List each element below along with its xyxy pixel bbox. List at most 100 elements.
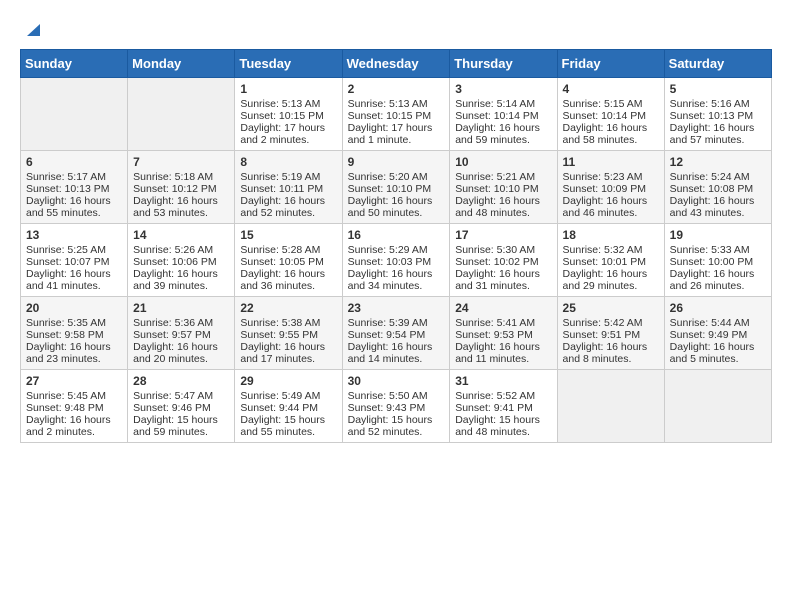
calendar-cell: 13Sunrise: 5:25 AMSunset: 10:07 PMDaylig… [21, 223, 128, 296]
sunrise-text: Sunrise: 5:15 AM [563, 98, 659, 110]
day-number: 1 [240, 82, 336, 96]
daylight-text: Daylight: 16 hours and 55 minutes. [26, 195, 122, 219]
sunset-text: Sunset: 9:46 PM [133, 402, 229, 414]
daylight-text: Daylight: 16 hours and 31 minutes. [455, 268, 551, 292]
calendar-cell: 23Sunrise: 5:39 AMSunset: 9:54 PMDayligh… [342, 296, 450, 369]
daylight-text: Daylight: 15 hours and 59 minutes. [133, 414, 229, 438]
day-number: 4 [563, 82, 659, 96]
day-number: 19 [670, 228, 766, 242]
logo [20, 20, 40, 39]
calendar-cell [128, 77, 235, 150]
calendar-cell: 16Sunrise: 5:29 AMSunset: 10:03 PMDaylig… [342, 223, 450, 296]
sunset-text: Sunset: 10:02 PM [455, 256, 551, 268]
sunrise-text: Sunrise: 5:30 AM [455, 244, 551, 256]
day-number: 29 [240, 374, 336, 388]
sunset-text: Sunset: 10:03 PM [348, 256, 445, 268]
calendar-cell: 27 Sunrise: 5:45 AMSunset: 9:48 PMDayligh… [21, 369, 128, 442]
sunset-text: Sunset: 10:05 PM [240, 256, 336, 268]
sunset-text: Sunset: 9:55 PM [240, 329, 336, 341]
calendar-cell: 4Sunrise: 5:15 AMSunset: 10:14 PMDayligh… [557, 77, 664, 150]
sunset-text: Sunset: 9:58 PM [26, 329, 122, 341]
calendar-cell: 8Sunrise: 5:19 AMSunset: 10:11 PMDayligh… [235, 150, 342, 223]
daylight-text: Daylight: 16 hours and 14 minutes. [348, 341, 445, 365]
calendar-cell: 20Sunrise: 5:35 AMSunset: 9:58 PMDayligh… [21, 296, 128, 369]
daylight-text: Daylight: 15 hours and 55 minutes. [240, 414, 336, 438]
day-number: 21 [133, 301, 229, 315]
day-number: 16 [348, 228, 445, 242]
calendar-cell: 6Sunrise: 5:17 AMSunset: 10:13 PMDayligh… [21, 150, 128, 223]
calendar-cell: 30Sunrise: 5:50 AMSunset: 9:43 PMDayligh… [342, 369, 450, 442]
day-number: 27 [26, 374, 122, 388]
sunset-text: Sunset: 9:54 PM [348, 329, 445, 341]
sunrise-text: Sunrise: 5:26 AM [133, 244, 229, 256]
daylight-text: Daylight: 16 hours and 20 minutes. [133, 341, 229, 365]
sunset-text: Sunset: 9:53 PM [455, 329, 551, 341]
sunset-text: Sunset: 9:48 PM [26, 402, 122, 414]
calendar-cell: 24Sunrise: 5:41 AMSunset: 9:53 PMDayligh… [450, 296, 557, 369]
calendar-cell: 19Sunrise: 5:33 AMSunset: 10:00 PMDaylig… [664, 223, 771, 296]
calendar-cell: 21Sunrise: 5:36 AMSunset: 9:57 PMDayligh… [128, 296, 235, 369]
weekday-header-friday: Friday [557, 49, 664, 77]
weekday-header-tuesday: Tuesday [235, 49, 342, 77]
daylight-text: Daylight: 16 hours and 11 minutes. [455, 341, 551, 365]
sunset-text: Sunset: 10:10 PM [455, 183, 551, 195]
sunrise-text: Sunrise: 5:36 AM [133, 317, 229, 329]
calendar-cell [557, 369, 664, 442]
sunset-text: Sunset: 10:09 PM [563, 183, 659, 195]
calendar-cell [664, 369, 771, 442]
daylight-text: Daylight: 16 hours and 46 minutes. [563, 195, 659, 219]
sunrise-text: Sunrise: 5:13 AM [240, 98, 336, 110]
day-number: 6 [26, 155, 122, 169]
calendar-cell: 1Sunrise: 5:13 AMSunset: 10:15 PMDayligh… [235, 77, 342, 150]
sunrise-text: Sunrise: 5:20 AM [348, 171, 445, 183]
sunset-text: Sunset: 10:06 PM [133, 256, 229, 268]
day-number: 15 [240, 228, 336, 242]
sunset-text: Sunset: 10:15 PM [240, 110, 336, 122]
daylight-text: Daylight: 16 hours and 48 minutes. [455, 195, 551, 219]
sunrise-text: Sunrise: 5:24 AM [670, 171, 766, 183]
calendar-cell: 28Sunrise: 5:47 AMSunset: 9:46 PMDayligh… [128, 369, 235, 442]
sunrise-text: Sunrise: 5:45 AM [26, 390, 122, 402]
day-number: 13 [26, 228, 122, 242]
calendar-table: SundayMondayTuesdayWednesdayThursdayFrid… [20, 49, 772, 443]
sunrise-text: Sunrise: 5:16 AM [670, 98, 766, 110]
daylight-text: Daylight: 16 hours and 2 minutes. [26, 414, 122, 438]
sunrise-text: Sunrise: 5:14 AM [455, 98, 551, 110]
sunrise-text: Sunrise: 5:38 AM [240, 317, 336, 329]
calendar-cell: 5Sunrise: 5:16 AMSunset: 10:13 PMDayligh… [664, 77, 771, 150]
weekday-header-saturday: Saturday [664, 49, 771, 77]
sunrise-text: Sunrise: 5:28 AM [240, 244, 336, 256]
daylight-text: Daylight: 16 hours and 23 minutes. [26, 341, 122, 365]
day-number: 26 [670, 301, 766, 315]
sunset-text: Sunset: 10:00 PM [670, 256, 766, 268]
day-number: 24 [455, 301, 551, 315]
sunset-text: Sunset: 9:51 PM [563, 329, 659, 341]
calendar-cell [21, 77, 128, 150]
sunset-text: Sunset: 10:10 PM [348, 183, 445, 195]
daylight-text: Daylight: 16 hours and 50 minutes. [348, 195, 445, 219]
sunrise-text: Sunrise: 5:29 AM [348, 244, 445, 256]
daylight-text: Daylight: 15 hours and 48 minutes. [455, 414, 551, 438]
daylight-text: Daylight: 16 hours and 43 minutes. [670, 195, 766, 219]
sunrise-text: Sunrise: 5:33 AM [670, 244, 766, 256]
day-number: 23 [348, 301, 445, 315]
daylight-text: Daylight: 16 hours and 5 minutes. [670, 341, 766, 365]
day-number: 30 [348, 374, 445, 388]
sunrise-text: Sunrise: 5:44 AM [670, 317, 766, 329]
calendar-cell: 2Sunrise: 5:13 AMSunset: 10:15 PMDayligh… [342, 77, 450, 150]
day-number: 7 [133, 155, 229, 169]
day-number: 10 [455, 155, 551, 169]
calendar-cell: 31Sunrise: 5:52 AMSunset: 9:41 PMDayligh… [450, 369, 557, 442]
calendar-cell: 26Sunrise: 5:44 AMSunset: 9:49 PMDayligh… [664, 296, 771, 369]
calendar-cell: 9Sunrise: 5:20 AMSunset: 10:10 PMDayligh… [342, 150, 450, 223]
sunrise-text: Sunrise: 5:47 AM [133, 390, 229, 402]
day-number: 11 [563, 155, 659, 169]
calendar-cell: 17Sunrise: 5:30 AMSunset: 10:02 PMDaylig… [450, 223, 557, 296]
calendar-cell: 22Sunrise: 5:38 AMSunset: 9:55 PMDayligh… [235, 296, 342, 369]
sunrise-text: Sunrise: 5:21 AM [455, 171, 551, 183]
daylight-text: Daylight: 16 hours and 53 minutes. [133, 195, 229, 219]
calendar-cell: 11Sunrise: 5:23 AMSunset: 10:09 PMDaylig… [557, 150, 664, 223]
day-number: 8 [240, 155, 336, 169]
daylight-text: Daylight: 16 hours and 52 minutes. [240, 195, 336, 219]
sunrise-text: Sunrise: 5:25 AM [26, 244, 122, 256]
